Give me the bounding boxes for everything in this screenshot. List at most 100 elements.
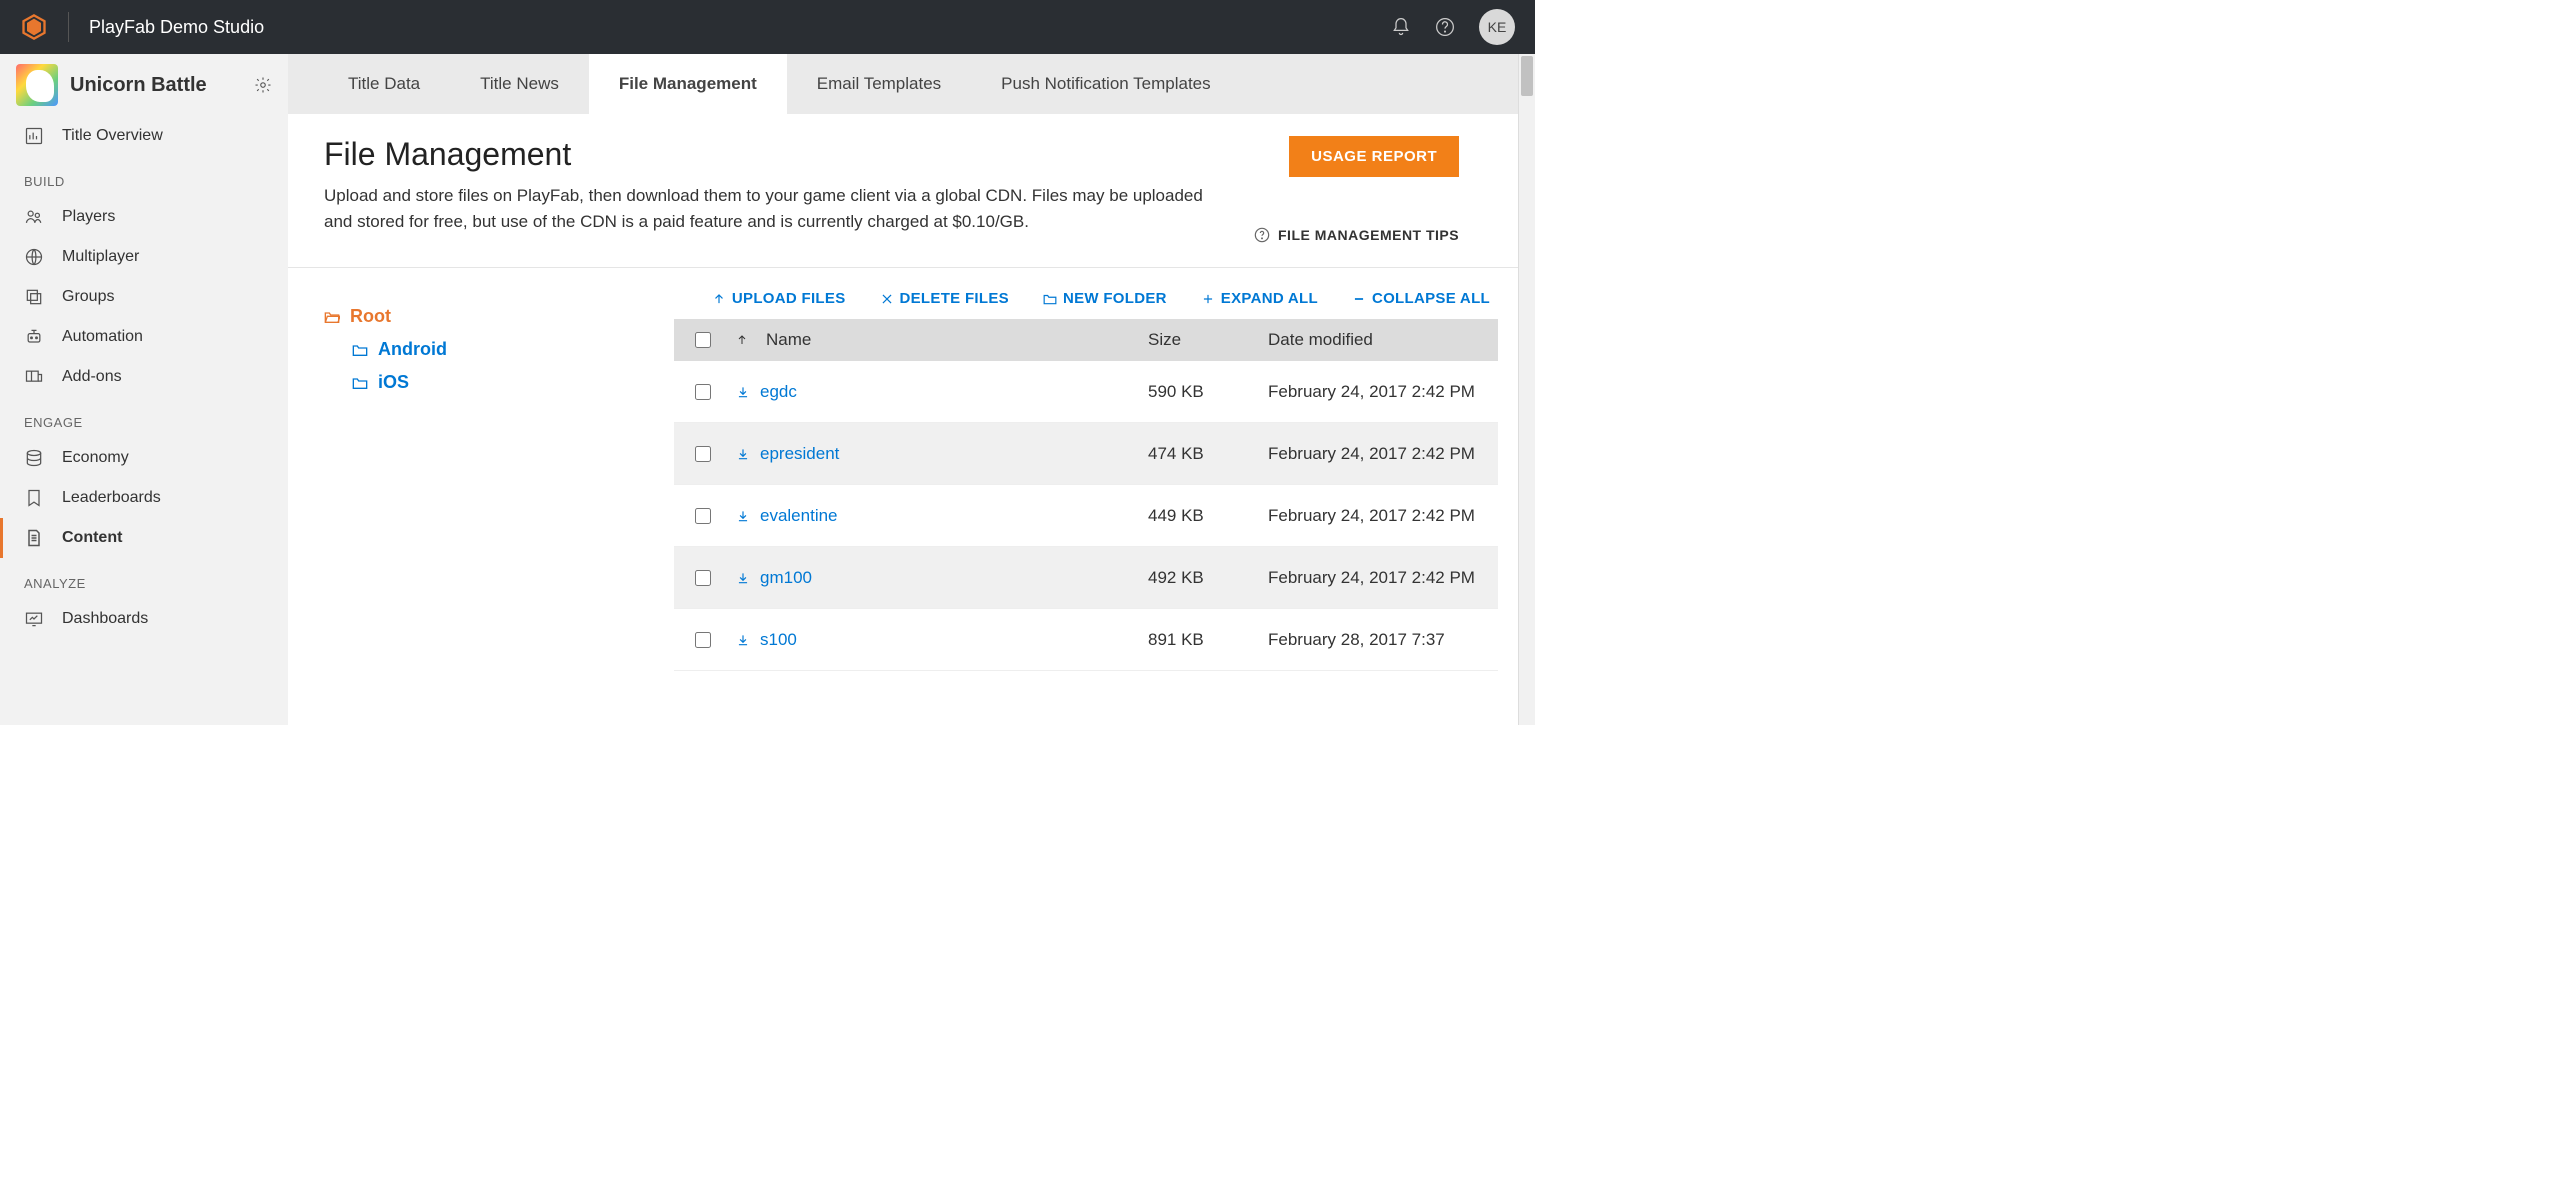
- folder-tree: Root Android iOS: [324, 286, 674, 725]
- scrollbar-thumb[interactable]: [1521, 56, 1533, 96]
- help-icon[interactable]: [1435, 17, 1455, 37]
- sidebar-item-multiplayer[interactable]: Multiplayer: [0, 237, 288, 277]
- tree-label: Android: [378, 339, 447, 360]
- file-size: 891 KB: [1148, 630, 1268, 650]
- sidebar-item-dashboards[interactable]: Dashboards: [0, 599, 288, 639]
- folder-icon: [352, 343, 368, 357]
- row-checkbox[interactable]: [695, 384, 711, 400]
- topbar: PlayFab Demo Studio KE: [0, 0, 1535, 54]
- tree-node-ios[interactable]: iOS: [352, 366, 674, 399]
- file-table: Name Size Date modified egdc 590 KB Febr…: [674, 319, 1498, 725]
- sidebar-item-economy[interactable]: Economy: [0, 438, 288, 478]
- file-size: 449 KB: [1148, 506, 1268, 526]
- tab-title-news[interactable]: Title News: [450, 54, 589, 114]
- upload-icon: [712, 292, 726, 306]
- tab-title-data[interactable]: Title Data: [318, 54, 450, 114]
- tree-label: Root: [350, 306, 391, 327]
- file-management-tips-link[interactable]: FILE MANAGEMENT TIPS: [1254, 227, 1459, 243]
- tab-file-management[interactable]: File Management: [589, 54, 787, 114]
- tab-push-templates[interactable]: Push Notification Templates: [971, 54, 1240, 114]
- page-title: File Management: [324, 136, 1224, 173]
- row-checkbox[interactable]: [695, 508, 711, 524]
- file-link[interactable]: epresident: [760, 444, 839, 464]
- download-icon[interactable]: [736, 509, 750, 523]
- sidebar-item-label: Add-ons: [62, 368, 122, 386]
- file-date: February 24, 2017 2:42 PM: [1268, 506, 1498, 526]
- addons-icon: [24, 367, 44, 387]
- select-all-checkbox[interactable]: [695, 332, 711, 348]
- table-header: Name Size Date modified: [674, 319, 1498, 361]
- sidebar-item-label: Economy: [62, 449, 129, 467]
- sidebar-item-label: Multiplayer: [62, 248, 139, 266]
- new-folder-button[interactable]: NEW FOLDER: [1043, 290, 1167, 307]
- usage-report-button[interactable]: USAGE REPORT: [1289, 136, 1459, 177]
- sidebar-item-players[interactable]: Players: [0, 197, 288, 237]
- file-date: February 24, 2017 2:42 PM: [1268, 382, 1498, 402]
- download-icon[interactable]: [736, 571, 750, 585]
- sidebar-item-content[interactable]: Content: [0, 518, 288, 558]
- row-checkbox[interactable]: [695, 446, 711, 462]
- file-link[interactable]: egdc: [760, 382, 797, 402]
- robot-icon: [24, 327, 44, 347]
- file-link[interactable]: s100: [760, 630, 797, 650]
- table-row: s100 891 KB February 28, 2017 7:37: [674, 609, 1498, 671]
- scrollbar[interactable]: [1518, 54, 1535, 725]
- title-logo-icon[interactable]: [16, 64, 58, 106]
- groups-icon: [24, 287, 44, 307]
- sidebar-item-groups[interactable]: Groups: [0, 277, 288, 317]
- table-row: egdc 590 KB February 24, 2017 2:42 PM: [674, 361, 1498, 423]
- collapse-all-button[interactable]: COLLAPSE ALL: [1352, 290, 1490, 307]
- file-link[interactable]: gm100: [760, 568, 812, 588]
- col-size-header[interactable]: Size: [1148, 330, 1268, 350]
- upload-files-button[interactable]: UPLOAD FILES: [712, 290, 846, 307]
- sidebar-item-title-overview[interactable]: Title Overview: [0, 116, 288, 156]
- action-label: DELETE FILES: [900, 290, 1009, 307]
- playfab-logo-icon[interactable]: [20, 13, 48, 41]
- tree-node-root[interactable]: Root: [324, 300, 674, 333]
- row-checkbox[interactable]: [695, 570, 711, 586]
- sidebar-item-addons[interactable]: Add-ons: [0, 357, 288, 397]
- table-row: evalentine 449 KB February 24, 2017 2:42…: [674, 485, 1498, 547]
- delete-icon: [880, 292, 894, 306]
- expand-all-button[interactable]: EXPAND ALL: [1201, 290, 1318, 307]
- sidebar-item-leaderboards[interactable]: Leaderboards: [0, 478, 288, 518]
- file-link[interactable]: evalentine: [760, 506, 838, 526]
- download-icon[interactable]: [736, 447, 750, 461]
- page-header: File Management Upload and store files o…: [288, 114, 1518, 268]
- file-size: 474 KB: [1148, 444, 1268, 464]
- action-label: UPLOAD FILES: [732, 290, 846, 307]
- question-circle-icon: [1254, 227, 1270, 243]
- row-checkbox[interactable]: [695, 632, 711, 648]
- file-date: February 24, 2017 2:42 PM: [1268, 568, 1498, 588]
- download-icon[interactable]: [736, 633, 750, 647]
- col-name-header[interactable]: Name: [732, 330, 1148, 350]
- table-row: gm100 492 KB February 24, 2017 2:42 PM: [674, 547, 1498, 609]
- tab-email-templates[interactable]: Email Templates: [787, 54, 971, 114]
- file-size: 590 KB: [1148, 382, 1268, 402]
- download-icon[interactable]: [736, 385, 750, 399]
- notifications-icon[interactable]: [1391, 17, 1411, 37]
- divider: [68, 12, 69, 42]
- sidebar-item-label: Groups: [62, 288, 114, 306]
- sidebar-item-automation[interactable]: Automation: [0, 317, 288, 357]
- folder-open-icon: [324, 310, 340, 324]
- tabs: Title Data Title News File Management Em…: [288, 54, 1518, 114]
- dashboard-icon: [24, 609, 44, 629]
- tree-node-android[interactable]: Android: [352, 333, 674, 366]
- file-date: February 28, 2017 7:37: [1268, 630, 1498, 650]
- sidebar: Unicorn Battle Title Overview BUILD Play…: [0, 54, 288, 725]
- delete-files-button[interactable]: DELETE FILES: [880, 290, 1009, 307]
- section-build: BUILD: [0, 156, 288, 197]
- main: Title Data Title News File Management Em…: [288, 54, 1518, 725]
- sidebar-item-label: Title Overview: [62, 127, 163, 145]
- studio-name[interactable]: PlayFab Demo Studio: [89, 17, 264, 38]
- document-icon: [24, 528, 44, 548]
- globe-icon: [24, 247, 44, 267]
- folder-icon: [1043, 292, 1057, 306]
- gear-icon[interactable]: [254, 76, 272, 94]
- title-name[interactable]: Unicorn Battle: [70, 74, 242, 97]
- user-avatar[interactable]: KE: [1479, 9, 1515, 45]
- minus-icon: [1352, 292, 1366, 306]
- col-date-header[interactable]: Date modified: [1268, 330, 1498, 350]
- section-analyze: ANALYZE: [0, 558, 288, 599]
